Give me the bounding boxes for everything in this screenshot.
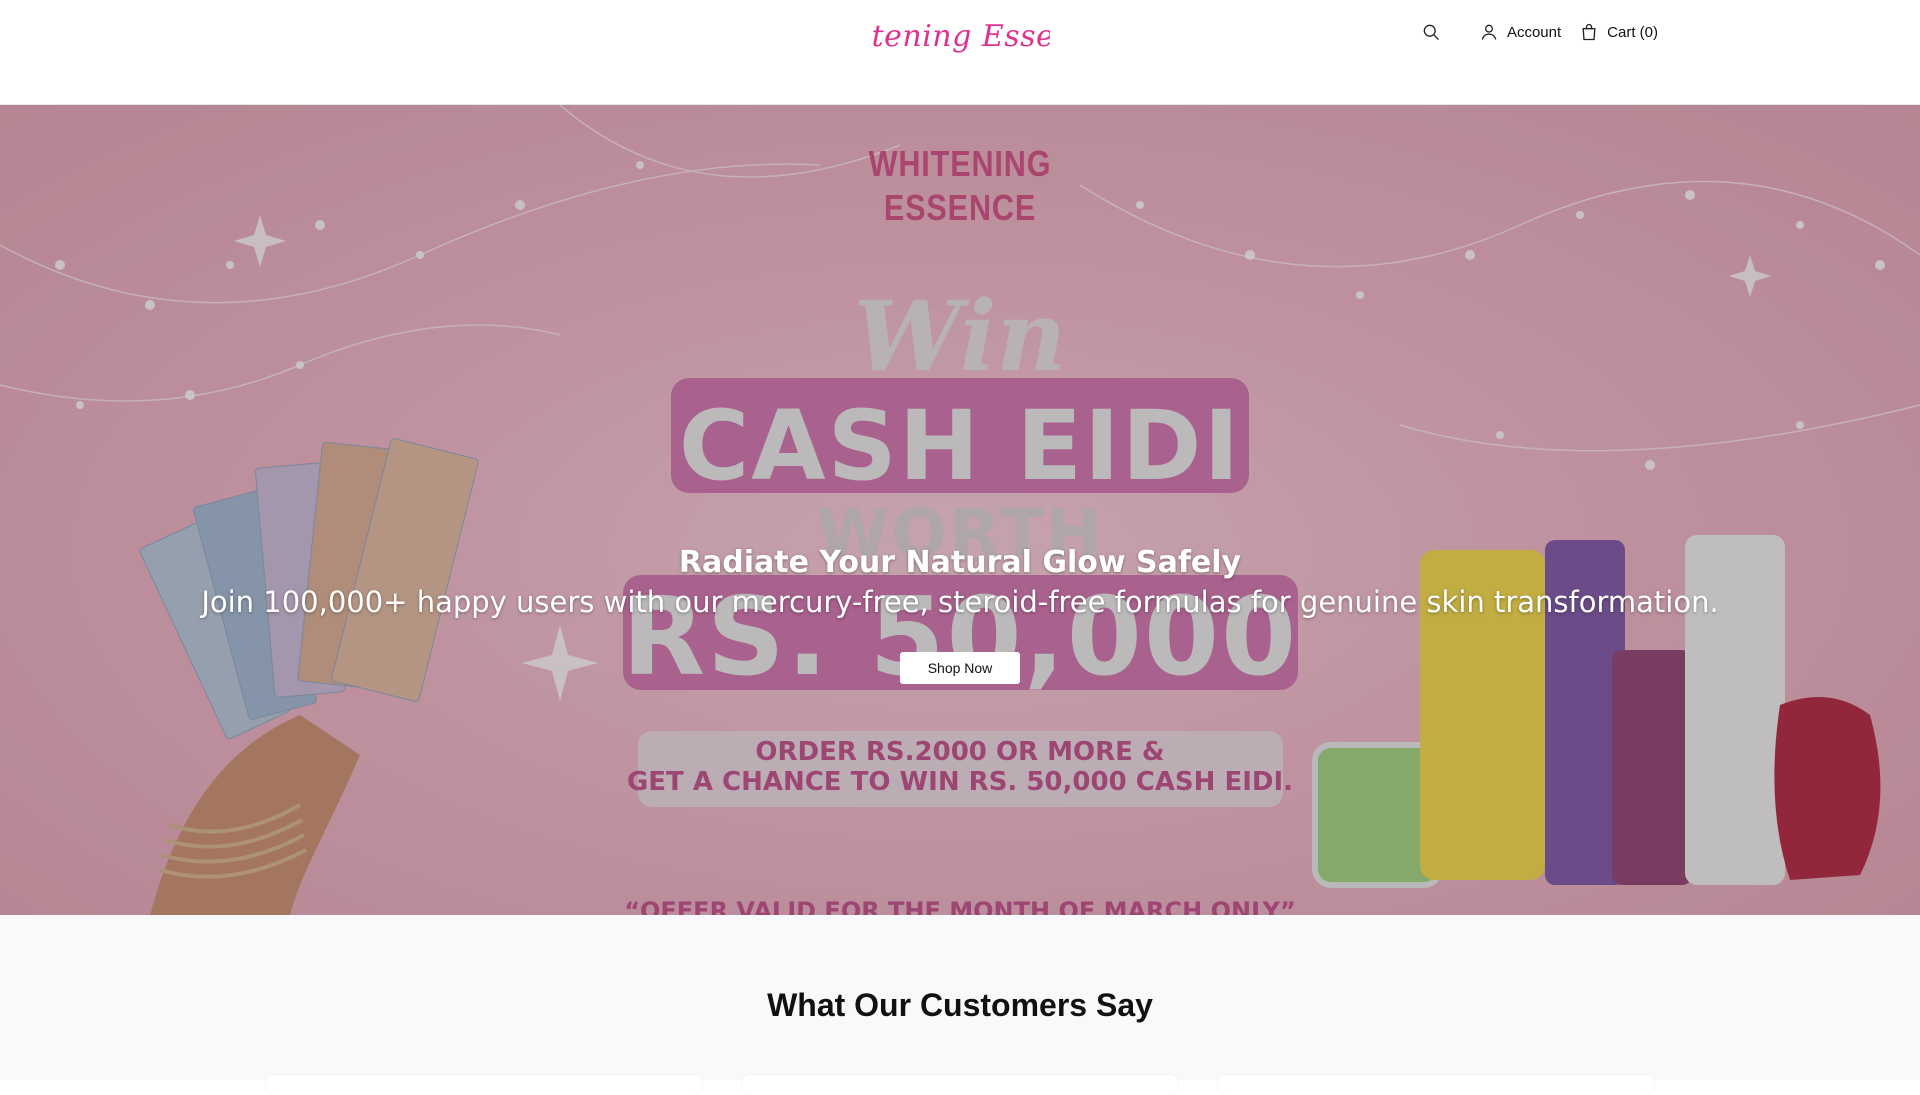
hero-subtitle: Join 100,000+ happy users with our mercu… xyxy=(201,585,1719,619)
review-card xyxy=(1218,1075,1654,1095)
search-icon xyxy=(1423,24,1439,40)
user-icon xyxy=(1481,24,1497,40)
cart-link[interactable]: Cart (0) xyxy=(1579,22,1658,42)
customer-reviews-section: What Our Customers Say xyxy=(0,915,1920,1095)
cart-label: Cart (0) xyxy=(1607,23,1658,41)
account-label: Account xyxy=(1506,23,1562,41)
shopping-bag-icon xyxy=(1582,23,1596,41)
review-card xyxy=(742,1075,1178,1095)
hero-title: Radiate Your Natural Glow Safely xyxy=(678,545,1242,580)
reviews-heading: What Our Customers Say xyxy=(767,987,1153,1023)
search-button[interactable] xyxy=(1421,22,1441,42)
site-header: Whitening Essence Account Cart (0) xyxy=(0,0,1920,105)
hero-banner: WHITENING ESSENCE Win CASH EIDI WORTH RS… xyxy=(0,105,1920,915)
review-card xyxy=(266,1075,702,1095)
hero-dim-overlay xyxy=(0,105,1920,915)
header-actions: Account Cart (0) xyxy=(1421,20,1658,44)
logo[interactable]: Whitening Essence xyxy=(870,10,1050,60)
shop-now-button[interactable]: Shop Now xyxy=(900,652,1020,684)
logo-text: Whitening Essence xyxy=(870,19,1050,54)
account-link[interactable]: Account xyxy=(1479,22,1561,42)
